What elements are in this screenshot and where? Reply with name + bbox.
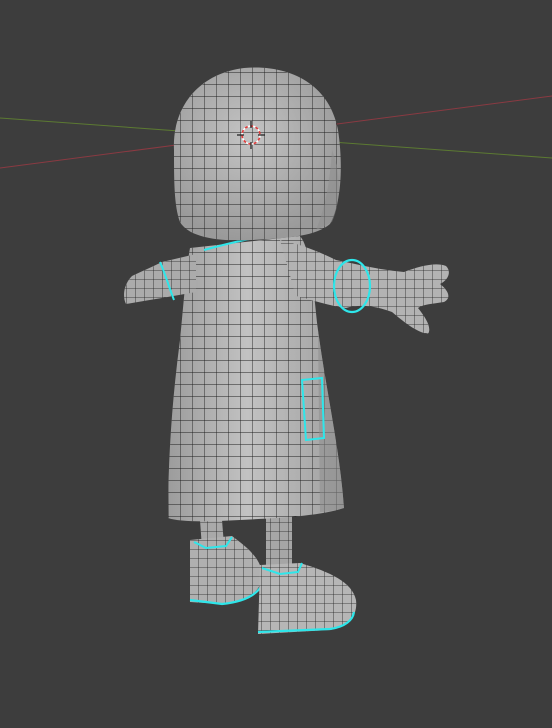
- 3d-viewport[interactable]: [0, 0, 552, 728]
- head[interactable]: [173, 67, 341, 241]
- right-shoe[interactable]: [257, 562, 357, 634]
- left-shoe[interactable]: [189, 536, 263, 606]
- viewport-scene: [0, 67, 552, 634]
